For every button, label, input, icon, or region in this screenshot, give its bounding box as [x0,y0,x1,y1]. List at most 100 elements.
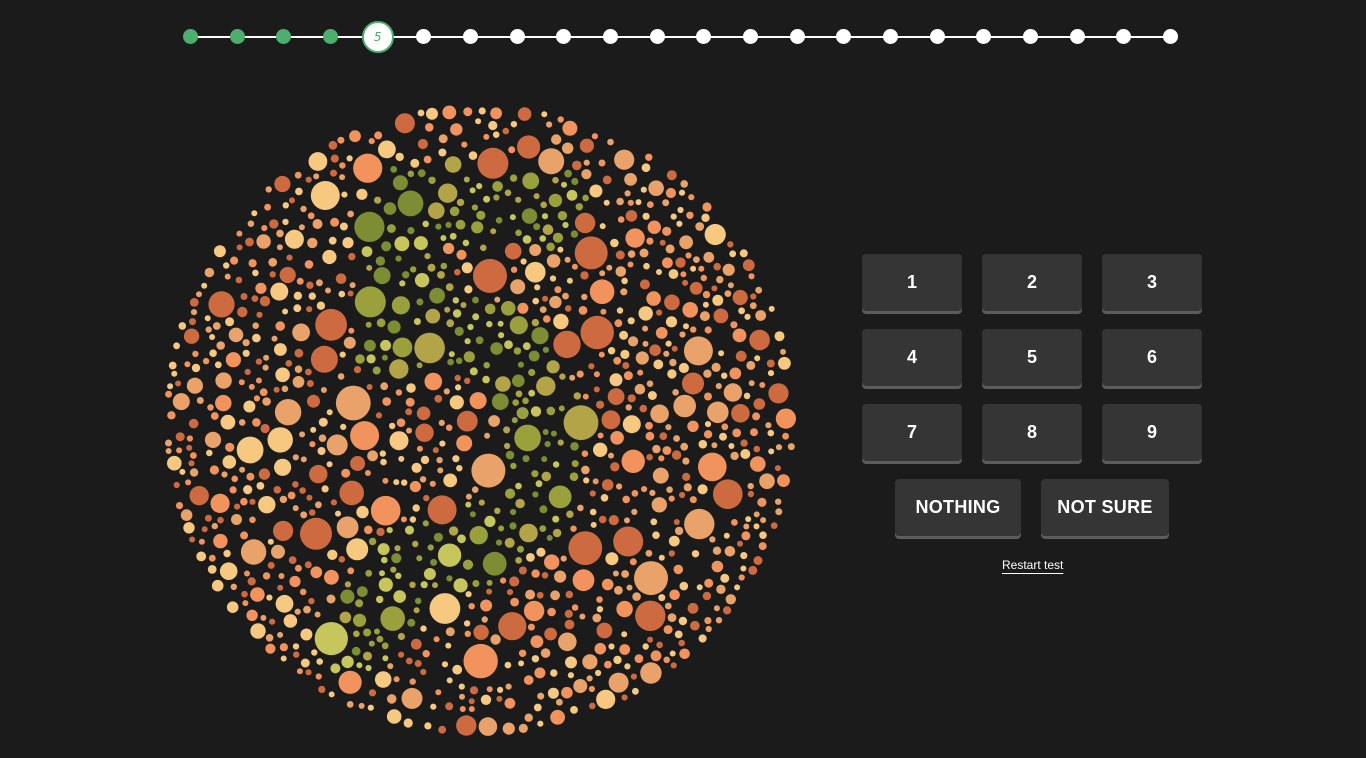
plate-background-dot [632,592,641,601]
plate-background-dot [255,282,267,294]
plate-figure-dot [464,338,471,345]
plate-background-dot [658,594,666,602]
plate-background-dot [565,656,577,669]
plate-figure-dot [428,202,445,219]
plate-figure-dot [566,189,578,201]
answer-button-5[interactable]: 5 [982,329,1082,386]
plate-background-dot [481,616,488,623]
plate-figure-dot [531,470,539,478]
plate-background-dot [549,275,557,282]
plate-background-dot [339,162,346,169]
plate-background-dot [269,219,279,229]
plate-background-dot [619,330,629,340]
plate-background-dot [743,392,751,400]
plate-figure-dot [448,351,455,358]
plate-figure-dot [557,211,568,221]
plate-figure-dot [571,177,579,186]
answer-button-1[interactable]: 1 [862,254,962,311]
plate-background-dot [667,369,677,379]
plate-figure-dot [413,318,421,325]
plate-background-dot [326,409,333,416]
plate-figure-dot [505,450,515,460]
plate-figure-dot [397,632,405,641]
plate-figure-dot [339,611,352,624]
plate-background-dot [454,268,461,276]
plate-background-dot [768,305,775,312]
answer-button-2[interactable]: 2 [982,254,1082,311]
plate-figure-dot [353,613,367,627]
plate-background-dot [464,377,471,384]
nothing-button[interactable]: NOTHING [895,479,1021,536]
plate-background-dot [176,447,183,454]
answer-button-8[interactable]: 8 [982,404,1082,461]
plate-background-dot [313,173,320,180]
plate-background-dot [183,328,200,344]
plate-background-dot [753,398,766,410]
plate-background-dot [571,604,579,611]
plate-background-dot [294,348,304,358]
plate-background-dot [243,400,256,413]
plate-figure-dot [522,235,532,244]
plate-background-dot [380,382,389,391]
plate-background-dot [275,367,290,383]
answer-button-3[interactable]: 3 [1102,254,1202,311]
plate-background-dot [564,619,575,630]
not-sure-button[interactable]: NOT SURE [1041,479,1169,536]
answer-button-9[interactable]: 9 [1102,404,1202,461]
plate-figure-dot [407,170,415,178]
plate-background-dot [658,455,665,462]
plate-background-dot [275,594,294,613]
plate-background-dot [523,675,534,685]
plate-background-dot [251,295,259,302]
plate-figure-dot [469,367,478,376]
plate-background-dot [178,322,187,330]
plate-background-dot [296,277,304,285]
plate-background-dot [532,297,539,305]
plate-background-dot [615,250,625,260]
plate-background-dot [614,585,623,595]
plate-figure-dot [469,187,476,194]
plate-background-dot [539,306,547,313]
answer-button-4[interactable]: 4 [862,329,962,386]
plate-background-dot [703,369,712,378]
plate-background-dot [423,494,430,502]
answer-button-7[interactable]: 7 [862,404,962,461]
plate-background-dot [252,322,259,329]
plate-figure-dot [383,202,397,215]
plate-figure-dot [561,181,567,188]
plate-background-dot [318,685,326,694]
plate-background-dot [347,210,354,218]
plate-background-dot [731,404,750,423]
plate-background-dot [624,663,631,670]
plate-figure-dot [509,316,528,335]
plate-figure-dot [472,313,480,321]
plate-background-dot [367,704,374,711]
plate-background-dot [225,352,241,368]
plate-background-dot [698,265,705,272]
plate-background-dot [671,450,682,460]
plate-background-dot [281,385,289,393]
plate-background-dot [280,655,287,662]
plate-figure-dot [387,320,401,334]
plate-background-dot [260,614,267,621]
plate-figure-dot [498,525,505,532]
plate-background-dot [768,448,775,455]
plate-background-dot [628,336,639,347]
plate-background-dot [189,468,199,477]
plate-background-dot [538,148,565,175]
answer-button-6[interactable]: 6 [1102,329,1202,386]
plate-background-dot [523,600,545,622]
plate-background-dot [249,516,256,524]
plate-background-dot [739,249,748,258]
plate-background-dot [289,575,301,588]
plate-background-dot [393,479,400,486]
plate-figure-dot [460,302,467,308]
plate-background-dot [778,356,791,370]
plate-figure-dot [480,244,487,252]
plate-background-dot [760,517,767,524]
restart-test-link[interactable]: Restart test [1002,558,1063,572]
plate-background-dot [684,508,715,540]
plate-background-dot [759,473,775,490]
plate-background-dot [190,452,197,459]
plate-figure-dot [557,439,564,446]
